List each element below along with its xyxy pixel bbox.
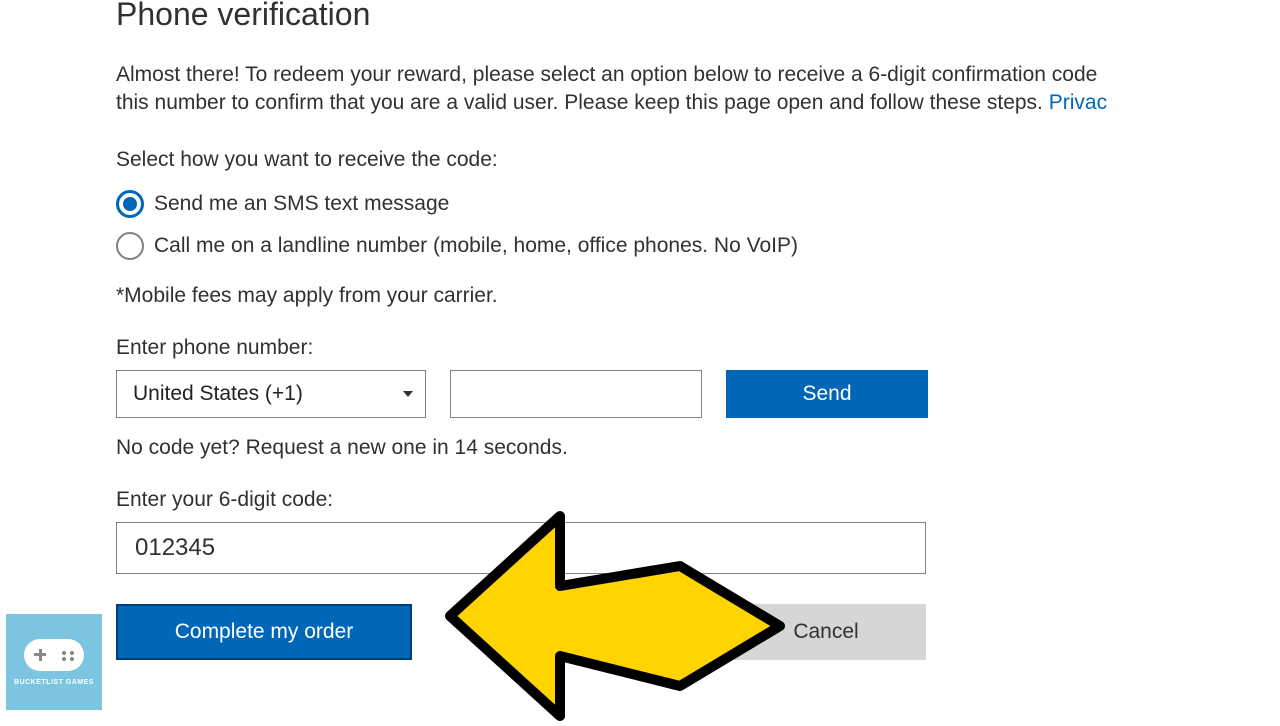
privacy-link[interactable]: Privac bbox=[1049, 91, 1107, 114]
action-buttons: Complete my order Cancel bbox=[116, 604, 926, 660]
verification-code-input[interactable] bbox=[116, 522, 926, 574]
phone-number-input[interactable] bbox=[450, 370, 702, 418]
logo-text: BUCKETLIST GAMES bbox=[14, 679, 94, 686]
intro-line2: this number to confirm that you are a va… bbox=[116, 91, 1049, 114]
radio-label-call: Call me on a landline number (mobile, ho… bbox=[154, 234, 798, 258]
phone-row: United States (+1) Send bbox=[116, 370, 1280, 418]
country-select[interactable]: United States (+1) bbox=[116, 370, 426, 418]
country-selected-value: United States (+1) bbox=[133, 382, 303, 406]
select-method-label: Select how you want to receive the code: bbox=[116, 148, 1280, 172]
complete-order-button[interactable]: Complete my order bbox=[116, 604, 412, 660]
delivery-method-group: Send me an SMS text message Call me on a… bbox=[116, 190, 1280, 260]
intro-line1: Almost there! To redeem your reward, ple… bbox=[116, 63, 1097, 86]
radio-option-sms[interactable]: Send me an SMS text message bbox=[116, 190, 1280, 218]
radio-icon bbox=[116, 190, 144, 218]
intro-text: Almost there! To redeem your reward, ple… bbox=[116, 61, 1280, 118]
fees-note: *Mobile fees may apply from your carrier… bbox=[116, 284, 1280, 308]
radio-label-sms: Send me an SMS text message bbox=[154, 192, 449, 216]
chevron-down-icon bbox=[403, 391, 413, 397]
cancel-button[interactable]: Cancel bbox=[726, 604, 926, 660]
controller-icon bbox=[24, 639, 84, 671]
radio-icon bbox=[116, 232, 144, 260]
send-button[interactable]: Send bbox=[726, 370, 928, 418]
countdown-text: No code yet? Request a new one in 14 sec… bbox=[116, 436, 1280, 460]
radio-option-call[interactable]: Call me on a landline number (mobile, ho… bbox=[116, 232, 1280, 260]
page-title: Phone verification bbox=[116, 0, 1280, 33]
phone-number-label: Enter phone number: bbox=[116, 336, 1280, 360]
bucketlist-games-logo: BUCKETLIST GAMES bbox=[6, 614, 102, 710]
code-label: Enter your 6-digit code: bbox=[116, 488, 1280, 512]
